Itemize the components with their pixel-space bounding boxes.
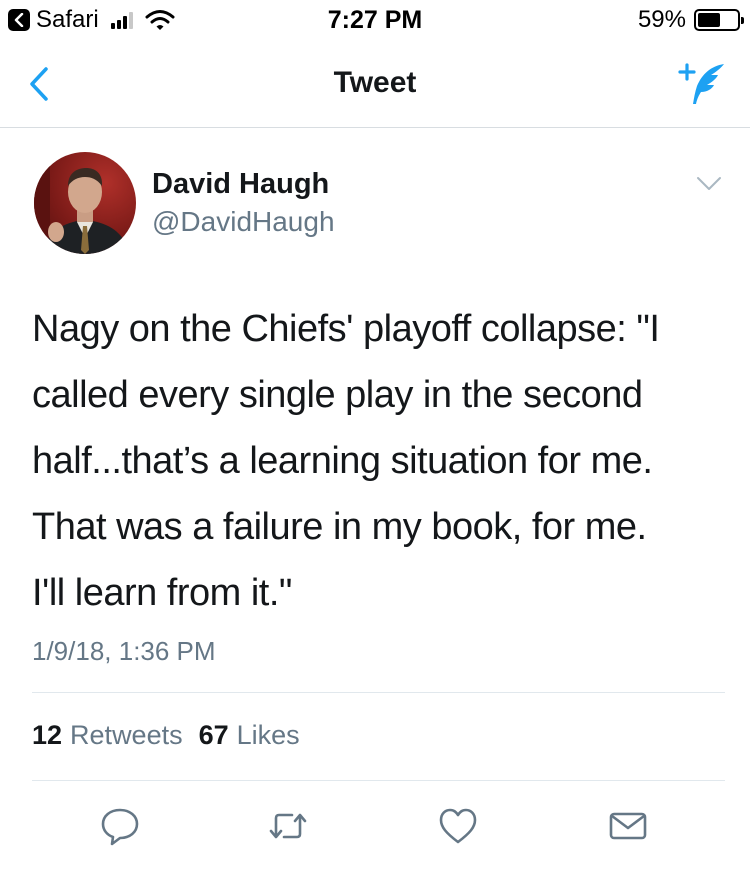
tweet-action-bar bbox=[0, 800, 750, 850]
status-right: 59% bbox=[637, 6, 744, 33]
divider bbox=[32, 780, 725, 781]
likes-count[interactable]: 67 bbox=[199, 720, 229, 751]
battery-tip bbox=[741, 17, 744, 24]
tweet-detail-screen: Safari 7:27 PM 59% Tweet David Haugh @Da… bbox=[0, 0, 750, 874]
status-bar: Safari 7:27 PM 59% bbox=[0, 0, 750, 40]
like-icon[interactable] bbox=[436, 804, 480, 848]
compose-tweet-icon[interactable] bbox=[678, 60, 728, 108]
battery-icon bbox=[694, 9, 744, 31]
tweet-stats: 12 Retweets 67 Likes bbox=[32, 720, 316, 751]
page-title: Tweet bbox=[333, 66, 417, 99]
divider bbox=[32, 692, 725, 693]
tweet-text: Nagy on the Chiefs' playoff collapse: "I… bbox=[32, 308, 660, 614]
chevron-down-icon[interactable] bbox=[696, 174, 722, 194]
navigation-bar: Tweet bbox=[0, 40, 750, 128]
author-handle[interactable]: @DavidHaugh bbox=[152, 206, 335, 238]
avatar[interactable] bbox=[34, 152, 136, 254]
avatar-portrait bbox=[34, 152, 130, 254]
retweets-label[interactable]: Retweets bbox=[70, 720, 183, 751]
battery-level bbox=[698, 13, 720, 27]
reply-icon[interactable] bbox=[98, 804, 142, 848]
author-name[interactable]: David Haugh bbox=[152, 168, 329, 201]
retweet-icon[interactable] bbox=[266, 804, 310, 848]
likes-label[interactable]: Likes bbox=[237, 720, 300, 751]
battery-percent: 59% bbox=[637, 6, 686, 33]
share-icon[interactable] bbox=[606, 804, 650, 848]
tweet-timestamp: 1/9/18, 1:36 PM bbox=[32, 636, 216, 666]
retweets-count[interactable]: 12 bbox=[32, 720, 62, 751]
